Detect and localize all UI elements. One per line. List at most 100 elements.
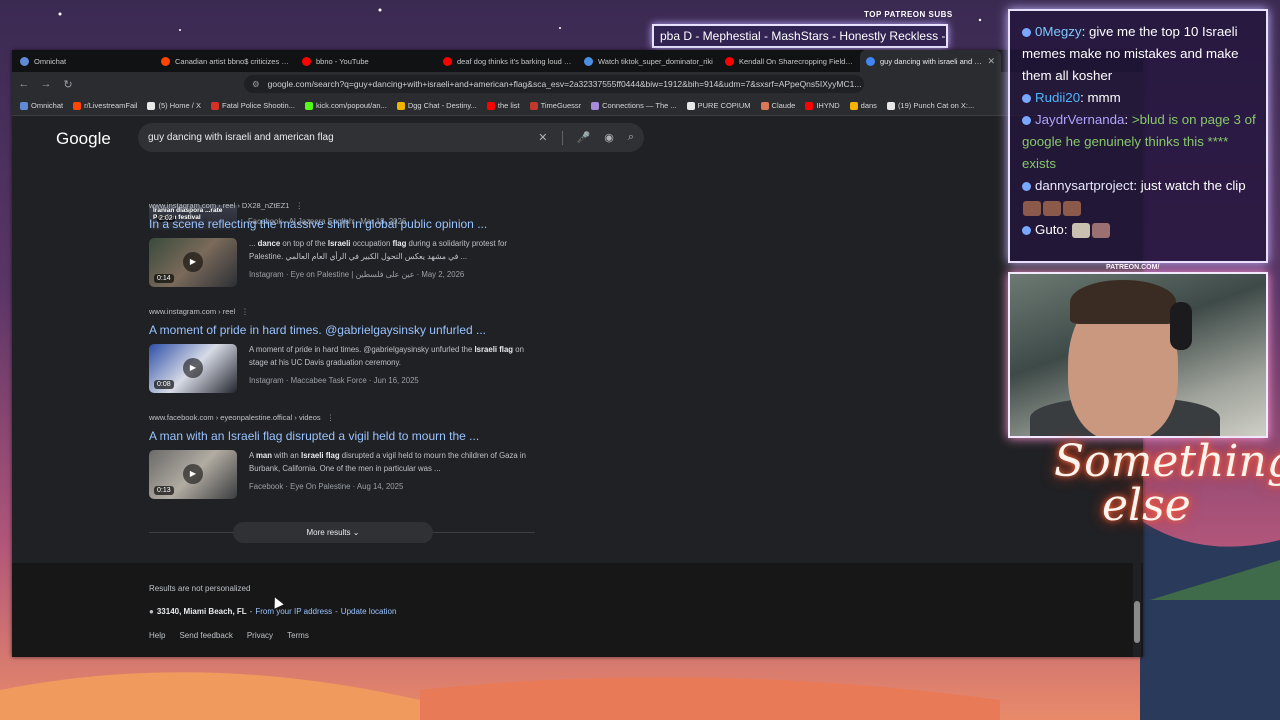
bookmark-item[interactable]: Connections — The ... [591,101,677,110]
search-box[interactable]: guy dancing with israeli and american fl… [138,123,644,152]
url-text: google.com/search?q=guy+dancing+with+isr… [267,79,862,89]
result-snippet: A moment of pride in hard times. @gabrie… [249,345,524,367]
video-duration: 0:14 [154,274,174,283]
result-cite[interactable]: www.instagram.com › reel › DX28_nZtEZ1 ⋮ [149,201,549,210]
result-title-link[interactable]: In a scene reflecting the massive shift … [149,217,549,231]
reload-icon[interactable]: ↻ [62,78,74,91]
result-meta: Instagram · Eye on Palestine | عين على ف… [249,270,465,279]
more-results-button[interactable]: More results ⌄ [233,522,433,543]
browser-tab[interactable]: Kendall On Sharecropping Field Trip [719,50,860,72]
watch-icon [584,56,593,66]
location-text: 33140, Miami Beach, FL [156,607,247,616]
from-ip-link[interactable]: From your IP address [255,607,332,616]
headset-icon [1170,302,1192,350]
tab-label: bbno - YouTube [316,56,369,66]
result-site[interactable]: www.instagram.com › reel [149,307,235,316]
bookmark-favicon-icon [210,101,219,110]
result-title-link[interactable]: A moment of pride in hard times. @gabrie… [149,323,549,337]
more-options-icon[interactable]: ⋮ [241,307,249,316]
bookmark-item[interactable]: dans [849,101,877,110]
google-logo[interactable]: Google [56,129,111,149]
browser-tab[interactable]: Omnichat [14,50,155,72]
neon-sign: Something else [1054,440,1280,560]
browser-tab[interactable]: Watch tiktok_super_dominator_riki [578,50,719,72]
browser-tab[interactable]: Canadian artist bbno$ criticizes a "c [155,50,296,72]
bookmark-item[interactable]: TimeGuessr [529,101,581,110]
scrollbar-thumb[interactable] [1134,601,1140,643]
bookmark-item[interactable]: Omnichat [20,101,63,110]
bookmark-item[interactable]: PURE COPIUM [686,101,751,110]
bookmark-item[interactable]: IHYND [805,101,840,110]
bookmark-item[interactable]: the list [486,101,520,110]
result-site[interactable]: www.instagram.com › reel › DX28_nZtEZ1 [149,201,289,210]
bookmark-label: the list [497,101,520,110]
page-footer: Results are not personalized ● 33140, Mi… [12,563,1143,657]
chat-username[interactable]: 0Megzy [1035,24,1082,39]
bookmark-item[interactable]: (19) Punch Cat on X:... [886,101,974,110]
play-icon[interactable]: ▶ [183,464,203,484]
chat-username[interactable]: Guto [1035,222,1064,237]
result-thumbnail[interactable]: ▶ 0:13 [149,450,237,499]
patreon-url-label: PATREON.COM/ [1106,264,1160,271]
search-result: www.instagram.com › reel ⋮ A moment of pri… [149,307,549,393]
address-bar-row: ← → ↻ ⚙ google.com/search?q=guy+dancing+… [12,72,1143,96]
search-result: www.facebook.com › eyeonpalestine.offica… [149,413,549,499]
bookmark-item[interactable]: Claude [760,101,796,110]
mic-icon[interactable]: 🎤 [577,131,591,144]
more-options-icon[interactable]: ⋮ [327,413,335,422]
browser-tab[interactable]: deaf dog thinks it's barking loud - Y [437,50,578,72]
footer-link-feedback[interactable]: Send feedback [179,631,232,640]
bookmark-favicon-icon [20,101,28,110]
url-field[interactable]: ⚙ google.com/search?q=guy+dancing+with+i… [244,75,864,93]
close-tab-icon[interactable]: ✕ [987,56,995,67]
site-info-icon[interactable]: ⚙ [252,79,260,90]
back-icon[interactable]: ← [18,78,30,90]
play-icon[interactable]: ▶ [183,358,203,378]
personalization-note: Results are not personalized [149,584,251,593]
footer-link-terms[interactable]: Terms [287,631,309,640]
search-input[interactable]: guy dancing with israeli and american fl… [148,132,538,143]
forward-icon[interactable]: → [40,78,52,90]
clear-icon[interactable]: ✕ [538,131,547,144]
result-site[interactable]: www.facebook.com › eyeonpalestine.offica… [149,413,321,422]
result-thumbnail[interactable]: ▶ 0:08 [149,344,237,393]
result-thumbnail[interactable]: ▶ 0:14 [149,238,237,287]
bookmark-favicon-icon [886,101,895,110]
bookmark-favicon-icon [686,101,695,110]
emote-icon [1063,200,1081,216]
bookmark-item[interactable]: kick.com/popout/an... [304,101,387,110]
chat-username[interactable]: dannysartproject [1035,178,1133,193]
browser-tab[interactable]: bbno - YouTube [296,50,437,72]
bookmark-label: Fatal Police Shootin... [221,101,295,110]
emote-icon [1023,200,1041,216]
chat-message: JaydrVernanda: >blud is on page 3 of goo… [1022,112,1256,171]
bookmark-favicon-icon [805,101,814,110]
emote-icon [1043,200,1061,216]
browser-tab[interactable]: guy dancing with israeli and am ✕ [860,50,1001,72]
result-cite[interactable]: www.instagram.com › reel ⋮ [149,307,549,316]
patreon-subs-ticker: pba D - Mephestial - MashStars - Honestl… [652,24,948,48]
bookmark-label: Claude [771,101,796,110]
play-icon[interactable]: ▶ [183,252,203,272]
bookmark-label: Dgg Chat - Destiny... [407,101,477,110]
stream-chat-panel: 0Megzy: give me the top 10 Israeli memes… [1008,9,1268,263]
chat-username[interactable]: JaydrVernanda [1035,112,1124,127]
lens-icon[interactable]: ◉ [604,131,614,144]
search-icon[interactable]: ⌕ [628,131,634,144]
result-title-link[interactable]: A man with an Israeli flag disrupted a v… [149,429,549,443]
footer-link-help[interactable]: Help [149,631,165,640]
video-duration: 0:13 [154,486,174,495]
bookmark-item[interactable]: (5) Home / X [147,101,201,110]
bookmark-item[interactable]: r/LivestreamFail [73,101,137,110]
platform-badge-icon [1022,181,1031,191]
bookmark-favicon-icon [486,101,495,110]
bookmark-item[interactable]: Fatal Police Shootin... [210,101,295,110]
more-options-icon[interactable]: ⋮ [295,201,303,210]
platform-badge-icon [1022,115,1031,125]
chat-username[interactable]: Rudii20 [1035,90,1080,105]
bookmark-label: kick.com/popout/an... [315,101,387,110]
footer-link-privacy[interactable]: Privacy [247,631,273,640]
result-cite[interactable]: www.facebook.com › eyeonpalestine.offica… [149,413,549,422]
bookmark-item[interactable]: Dgg Chat - Destiny... [396,101,477,110]
update-location-link[interactable]: Update location [341,607,397,616]
